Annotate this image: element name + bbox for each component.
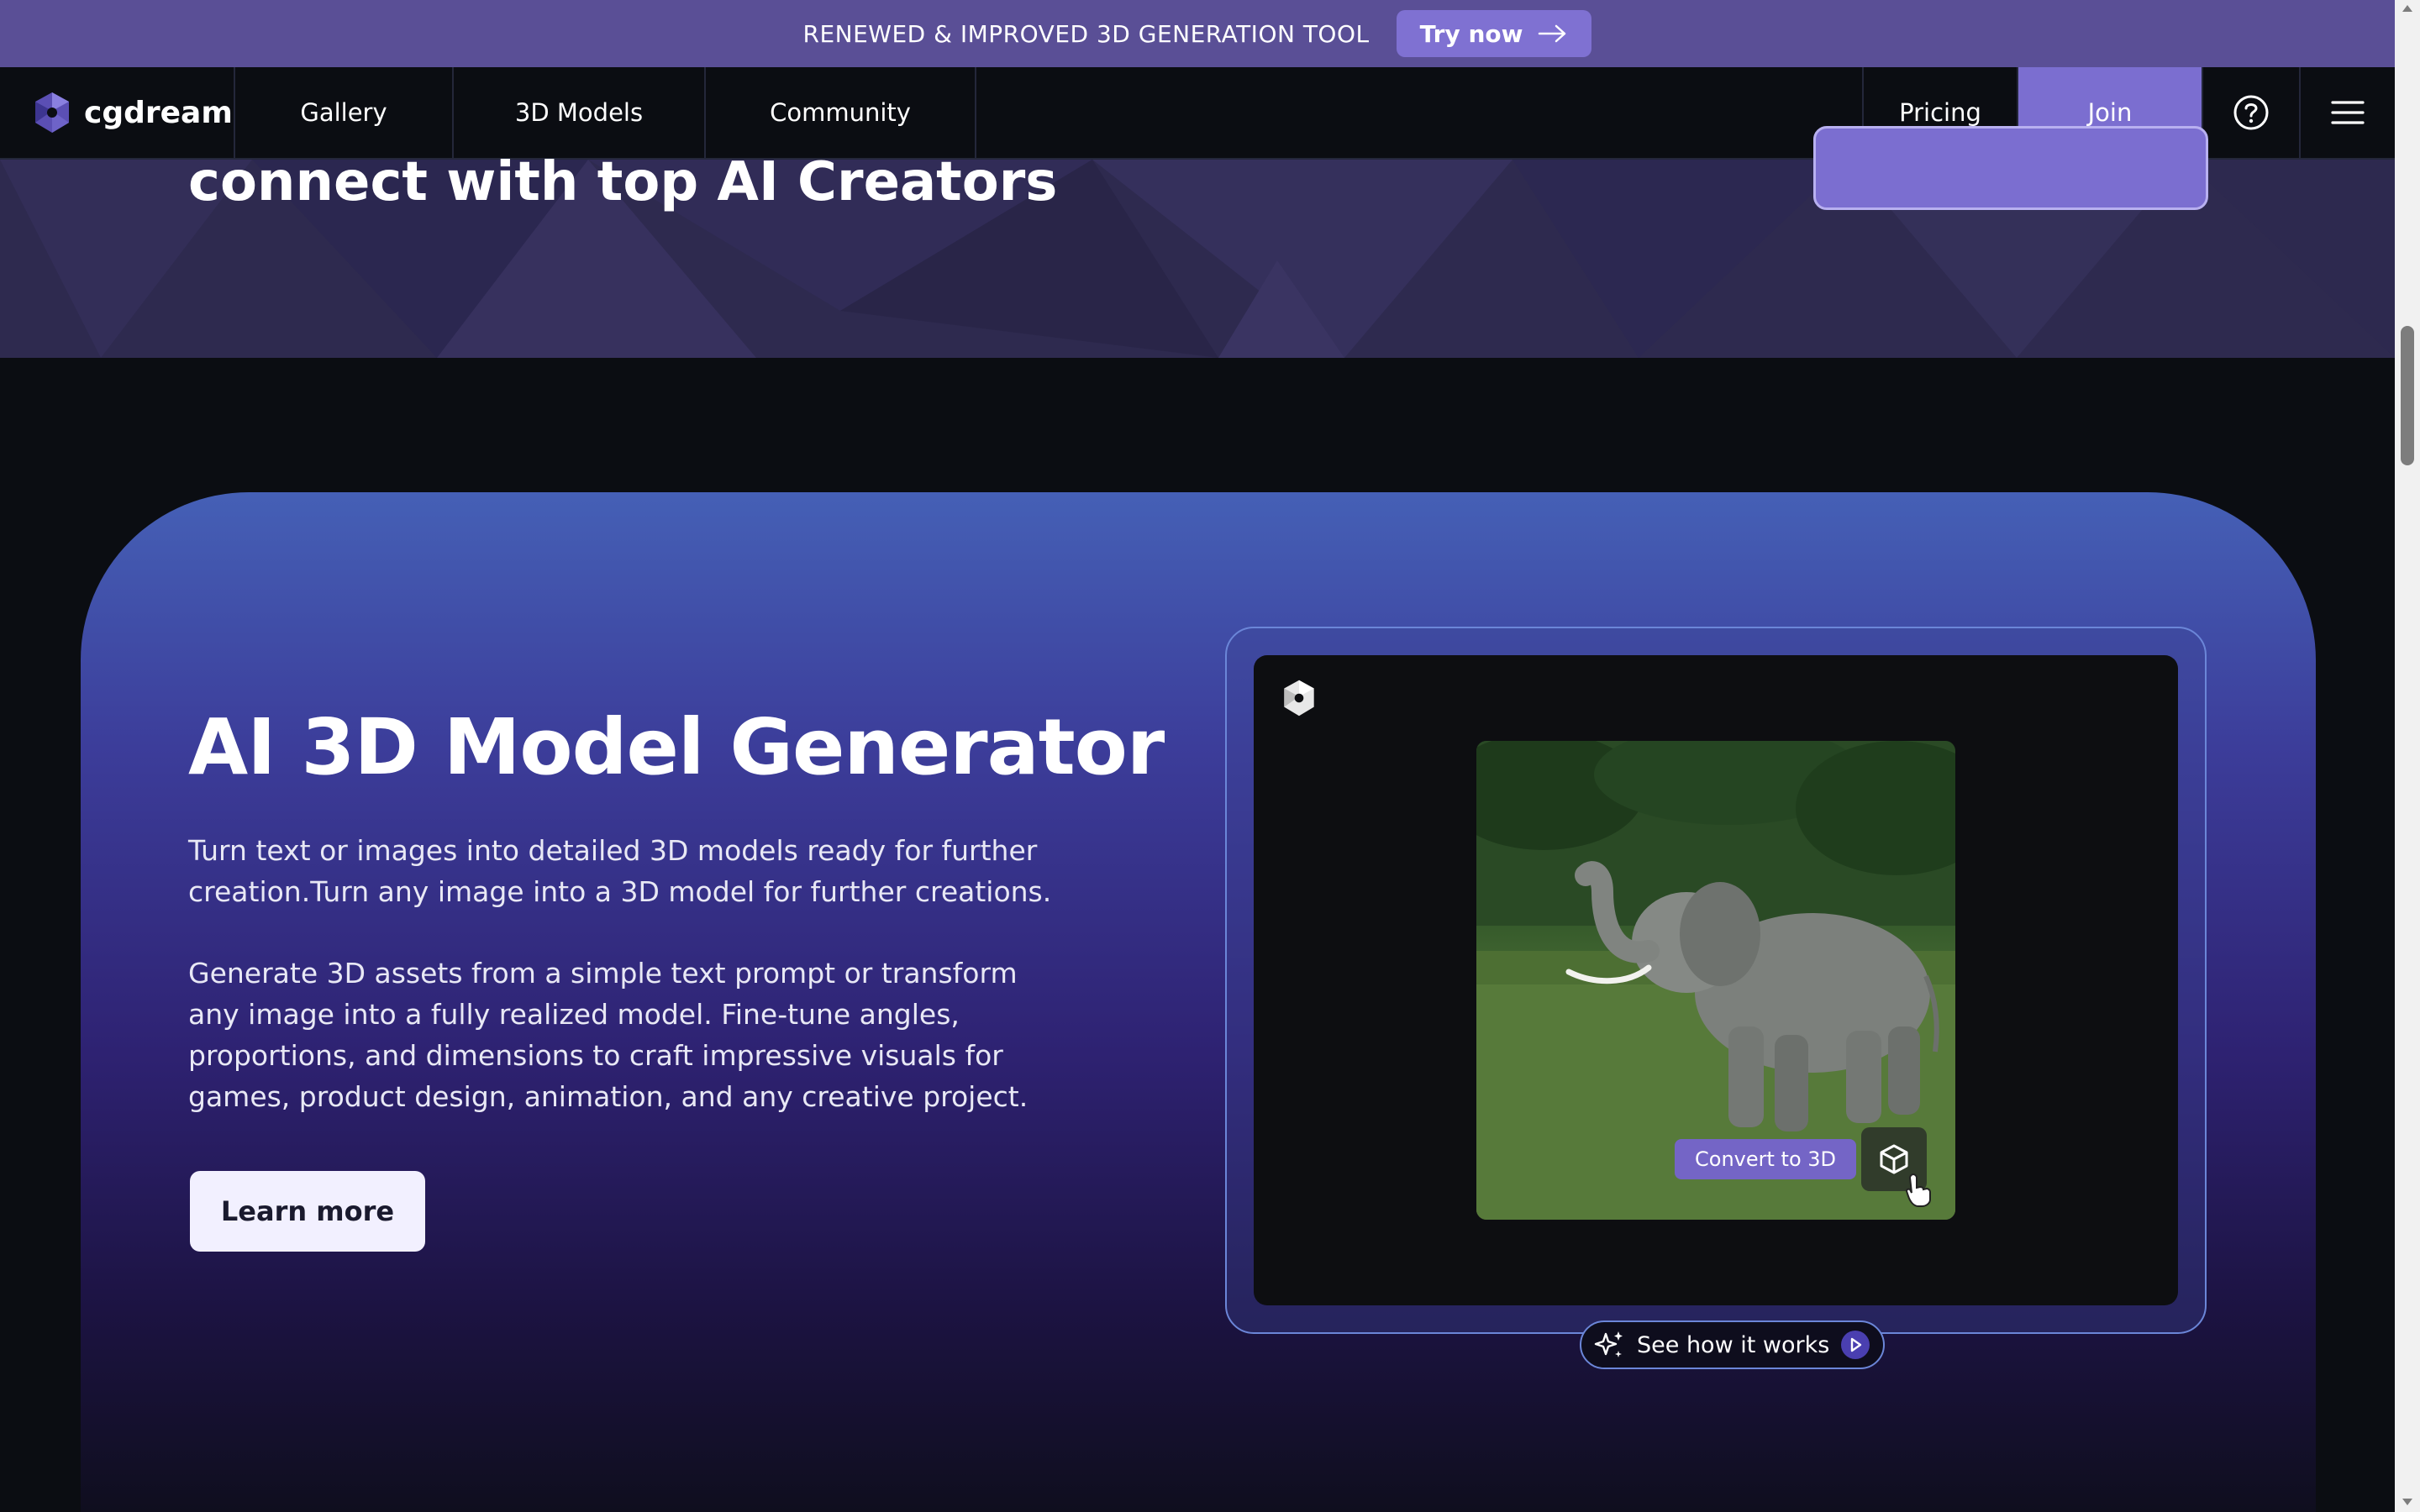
cgdream-logo-icon — [35, 92, 69, 133]
try-now-label: Try now — [1419, 19, 1523, 48]
scroll-down-arrow-icon[interactable] — [2402, 1499, 2412, 1505]
sparkles-icon — [1594, 1331, 1623, 1357]
cgdream-logo-icon — [1284, 680, 1314, 717]
generator-title: AI 3D Model Generator — [188, 702, 1165, 792]
learn-more-label: Learn more — [220, 1195, 395, 1227]
logo[interactable]: cgdream — [0, 67, 235, 158]
preview-screen: Convert to 3D — [1254, 655, 2178, 1305]
learn-more-button[interactable]: Learn more — [190, 1171, 425, 1252]
generator-description-1: Turn text or images into detailed 3D mod… — [188, 834, 1052, 908]
nav-item-3d-models[interactable]: 3D Models — [454, 67, 706, 158]
nav-item-label: Community — [770, 98, 911, 127]
try-now-button[interactable]: Try now — [1396, 10, 1592, 57]
play-icon — [1841, 1331, 1870, 1359]
announcement-bar: RENEWED & IMPROVED 3D GENERATION TOOL Tr… — [0, 0, 2395, 67]
hero-title: connect with top AI Creators — [188, 151, 1058, 213]
announcement-text: RENEWED & IMPROVED 3D GENERATION TOOL — [802, 19, 1370, 48]
scroll-up-arrow-icon[interactable] — [2402, 5, 2412, 12]
convert-to-3d-label[interactable]: Convert to 3D — [1675, 1139, 1856, 1179]
generator-description-2: Generate 3D assets from a simple text pr… — [188, 957, 1028, 1113]
logo-text: cgdream — [84, 95, 233, 130]
preview-panel: Convert to 3D See how it works — [1225, 627, 2207, 1369]
see-how-label: See how it works — [1637, 1331, 1830, 1358]
nav-item-label: 3D Models — [514, 98, 644, 127]
elephant-image: Convert to 3D — [1476, 741, 1955, 1220]
nav-item-label: Gallery — [300, 98, 387, 127]
pointer-cursor-icon — [1905, 1173, 1931, 1207]
see-how-it-works-button[interactable]: See how it works — [1580, 1320, 1886, 1369]
nav-item-community[interactable]: Community — [706, 67, 976, 158]
nav-item-gallery[interactable]: Gallery — [235, 67, 454, 158]
ai-3d-generator-card: AI 3D Model Generator Turn text or image… — [81, 492, 2316, 1512]
menu-button[interactable] — [2299, 67, 2395, 158]
help-button[interactable] — [2202, 67, 2299, 158]
hamburger-menu-icon — [2331, 101, 2365, 124]
help-icon — [2233, 95, 2269, 130]
join-label: Join — [2087, 98, 2133, 127]
page-scrollbar[interactable] — [2395, 0, 2420, 1512]
pricing-label: Pricing — [1899, 98, 1981, 127]
discord-button[interactable] — [1813, 126, 2208, 210]
scroll-thumb[interactable] — [2401, 326, 2414, 465]
arrow-right-icon — [1539, 24, 1566, 43]
